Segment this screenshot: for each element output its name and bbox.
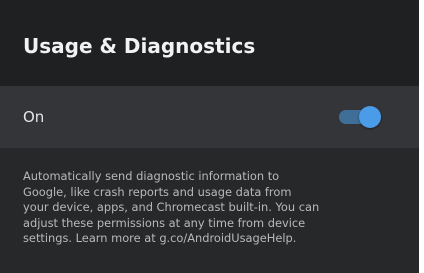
header: Usage & Diagnostics [0,0,419,86]
usage-diagnostics-toggle[interactable] [337,105,383,129]
description-line: adjust these permissions at any time fro… [23,215,306,230]
description-line: Google, like crash reports and usage dat… [23,184,292,199]
usage-diagnostics-screen: Usage & Diagnostics On Automatically sen… [0,0,419,273]
description-text: Automatically send diagnostic informatio… [23,169,395,247]
usage-diagnostics-setting-row[interactable]: On [0,86,419,148]
setting-label: On [23,108,45,126]
description-line: your device, apps, and Chromecast built-… [23,200,320,214]
description-line: Automatically send diagnostic informatio… [23,169,280,183]
description-line: settings. Learn more at g.co/AndroidUsag… [23,231,297,245]
page-title: Usage & Diagnostics [23,34,256,58]
toggle-thumb [359,106,381,128]
